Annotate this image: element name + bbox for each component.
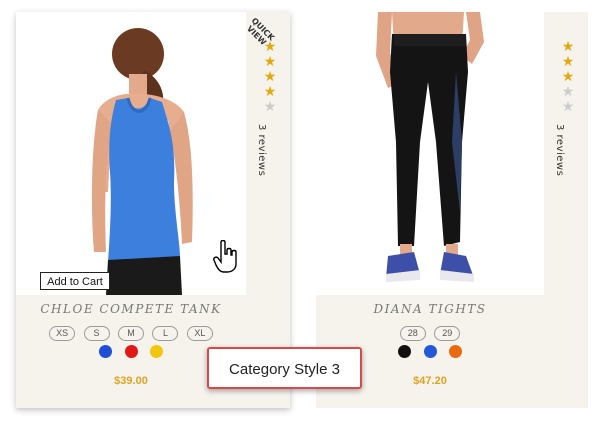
product-image-tank[interactable] <box>16 12 246 295</box>
color-swatch-black[interactable] <box>398 345 412 358</box>
size-option-l[interactable]: L <box>152 326 179 341</box>
product-image-tights[interactable] <box>316 12 544 295</box>
size-option-m[interactable]: M <box>118 326 144 341</box>
reviews-link[interactable]: 3 reviews <box>554 124 565 176</box>
color-swatch-blue[interactable] <box>423 345 437 358</box>
star-icon: ★ <box>561 54 575 70</box>
star-icon: ★ <box>561 99 575 115</box>
product-name[interactable]: DIANA TIGHTS <box>316 302 544 316</box>
size-option-xl[interactable]: XL <box>186 326 213 341</box>
star-icon: ★ <box>561 69 575 85</box>
star-icon: ★ <box>263 69 277 85</box>
size-option-xs[interactable]: XS <box>49 326 76 341</box>
category-style-callout: Category Style 3 <box>207 347 362 389</box>
tights-model-illustration <box>376 12 484 282</box>
star-icon: ★ <box>263 39 277 55</box>
rating-stars: ★ ★ ★ ★ ★ <box>263 40 277 115</box>
size-option-29[interactable]: 29 <box>434 326 461 341</box>
product-side-panel: QUICK VIEW ★ ★ ★ ★ ★ 3 reviews <box>245 12 290 295</box>
star-icon: ★ <box>263 99 277 115</box>
size-option-s[interactable]: S <box>83 326 110 341</box>
color-swatch-red[interactable] <box>124 345 138 358</box>
add-to-cart-button[interactable]: Add to Cart <box>40 272 110 290</box>
color-swatch-orange[interactable] <box>448 345 462 358</box>
hand-pointer-icon <box>213 239 239 279</box>
product-side-panel: ★ ★ ★ ★ ★ 3 reviews <box>544 12 588 295</box>
color-swatch-yellow[interactable] <box>149 345 163 358</box>
size-option-28[interactable]: 28 <box>399 326 426 341</box>
star-icon: ★ <box>561 39 575 55</box>
color-swatch-blue[interactable] <box>99 345 113 358</box>
star-icon: ★ <box>263 84 277 100</box>
product-name[interactable]: CHLOE COMPETE TANK <box>16 302 246 316</box>
star-icon: ★ <box>263 54 277 70</box>
reviews-link[interactable]: 3 reviews <box>256 124 267 176</box>
size-options: 28 29 <box>316 323 544 341</box>
tank-model-illustration <box>91 28 193 295</box>
rating-stars: ★ ★ ★ ★ ★ <box>561 40 575 115</box>
star-icon: ★ <box>561 84 575 100</box>
size-options: XS S M L XL <box>16 323 246 341</box>
